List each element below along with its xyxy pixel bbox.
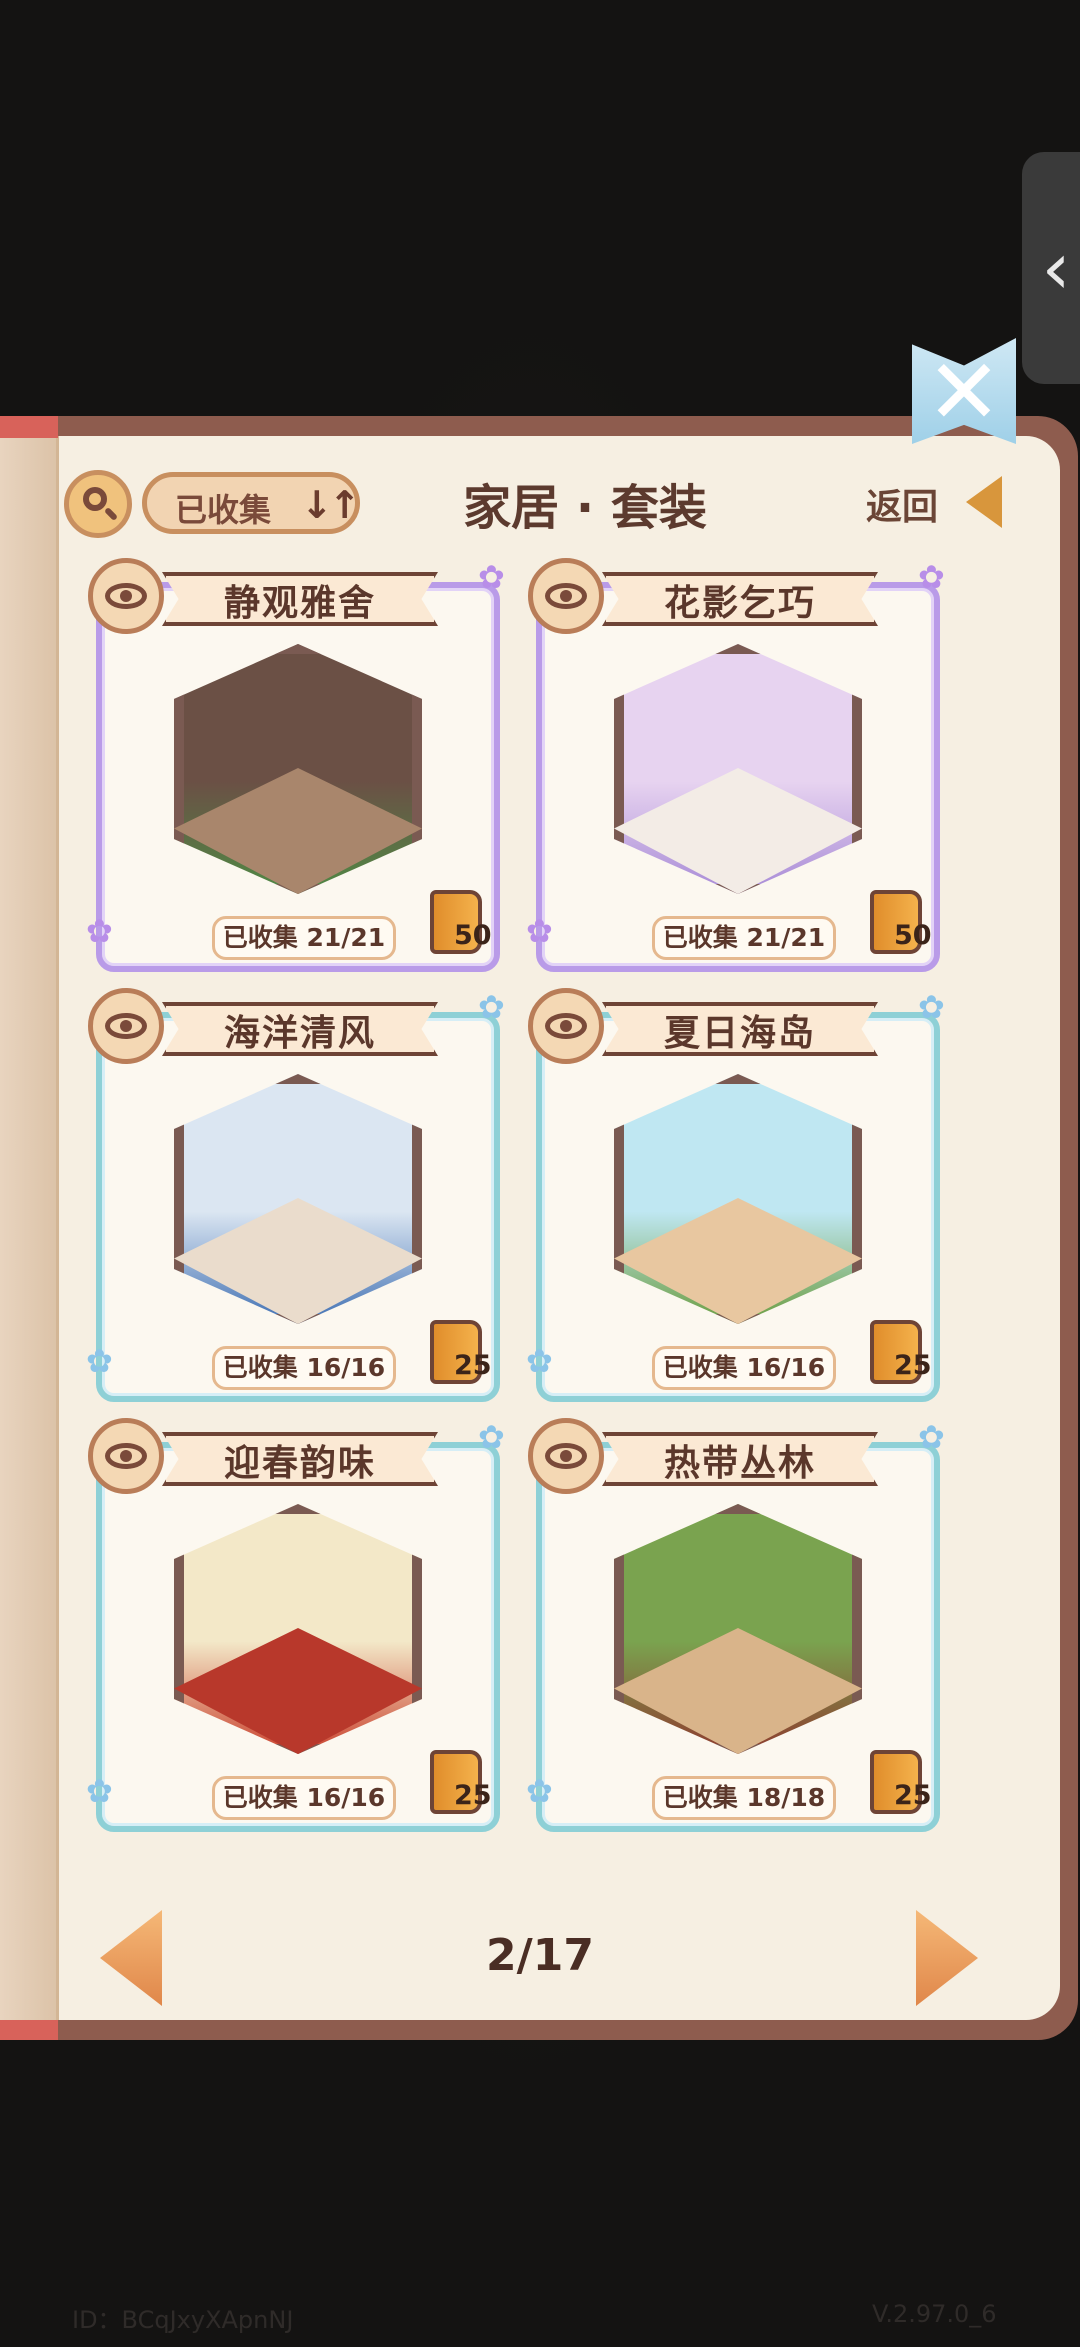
reward-amount: 25 [894,1350,932,1381]
preview-button[interactable] [88,1418,164,1494]
close-icon: ✕ [926,340,1002,445]
page-indicator: 2/17 [486,1930,594,1981]
reward-amount: 25 [454,1780,492,1811]
book-spine [0,436,59,2020]
collected-count-badge: 已收集 21/21 [652,916,836,960]
card-title: 迎春韵味 [223,1443,376,1484]
ribbon-bow-icon: ✿ [526,1342,553,1380]
back-button-label[interactable]: 返回 [866,478,938,530]
collected-count-badge: 已收集 18/18 [652,1776,836,1820]
ribbon-bow-icon: ✿ [918,1418,945,1456]
ribbon-bow-icon: ✿ [918,988,945,1026]
collected-count-badge: 已收集 16/16 [212,1346,396,1390]
reward-amount: 25 [454,1350,492,1381]
ribbon-bow-icon: ✿ [526,1772,553,1810]
room-preview-image [154,1498,442,1768]
reward-amount: 50 [454,920,492,951]
card-title: 静观雅舍 [223,583,376,624]
ribbon-bow-icon: ✿ [526,912,553,950]
room-preview-image [594,638,882,908]
ribbon-bow-icon: ✿ [478,1418,505,1456]
collected-filter-button[interactable]: 已收集 ↓↑ [142,472,361,534]
app-version: V.2.97.0_6 [872,2300,997,2328]
ribbon-bow-icon: ✿ [86,1772,113,1810]
preview-button[interactable] [88,988,164,1064]
room-preview-image [594,1498,882,1768]
ribbon-bow-icon: ✿ [478,988,505,1026]
preview-button[interactable] [528,988,604,1064]
filter-label: 已收集 [175,491,272,529]
preview-button[interactable] [528,558,604,634]
preview-button[interactable] [528,1418,604,1494]
preview-button[interactable] [88,558,164,634]
set-card[interactable]: ✿ ✿ 夏日海岛 已收集 16/16 25 [526,988,945,1402]
chevron-left-icon: ‹ [1041,226,1071,310]
search-button[interactable] [64,470,132,538]
ribbon-bow-icon: ✿ [918,558,945,596]
card-title: 花影乞巧 [663,583,816,624]
card-title: 夏日海岛 [663,1013,816,1054]
ribbon-bow-icon: ✿ [478,558,505,596]
set-card[interactable]: ✿ ✿ 热带丛林 已收集 18/18 25 [526,1418,945,1832]
ribbon-bow-icon: ✿ [86,912,113,950]
side-drawer-tab[interactable]: ‹ [1022,152,1080,384]
room-preview-image [154,638,442,908]
ribbon-bow-icon: ✿ [86,1342,113,1380]
set-card[interactable]: ✿ ✿ 海洋清风 已收集 16/16 25 [86,988,505,1402]
sort-icon: ↓↑ [301,483,361,527]
room-preview-image [154,1068,442,1338]
set-card[interactable]: ✿ ✿ 静观雅舍 已收集 21/21 50 [86,558,505,972]
player-id: ID：BCqJxyXApnNJ [72,2306,294,2334]
room-preview-image [594,1068,882,1338]
book-corner-accent [0,2020,58,2040]
reward-amount: 25 [894,1780,932,1811]
card-title: 海洋清风 [223,1013,376,1054]
collected-count-badge: 已收集 21/21 [212,916,396,960]
set-card[interactable]: ✿ ✿ 迎春韵味 已收集 16/16 25 [86,1418,505,1832]
collected-count-badge: 已收集 16/16 [212,1776,396,1820]
reward-amount: 50 [894,920,932,951]
set-card[interactable]: ✿ ✿ 花影乞巧 已收集 21/21 50 [526,558,945,972]
collected-count-badge: 已收集 16/16 [652,1346,836,1390]
page-title: 家居 · 套装 [463,480,707,536]
card-title: 热带丛林 [663,1443,816,1484]
search-icon [83,487,107,511]
book-corner-accent [0,416,58,438]
